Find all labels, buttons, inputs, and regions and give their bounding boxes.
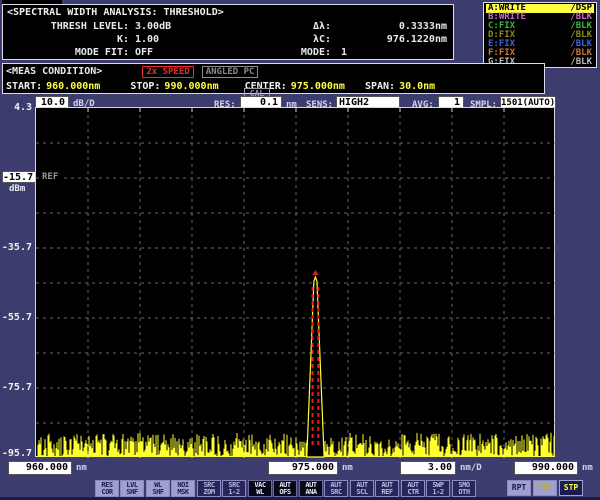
spectrum-plot <box>36 108 556 458</box>
stop-label: STOP: <box>130 81 160 92</box>
mode-fit-label: MODE FIT: <box>7 46 135 59</box>
fkey-res-cor[interactable]: RESCOR <box>95 480 119 497</box>
mode-value: 1 <box>337 46 449 59</box>
single-sweep-button[interactable]: SGL <box>533 480 557 496</box>
fkey-aut-ofs[interactable]: AUTOFS <box>273 480 297 497</box>
xaxis-stop-field[interactable]: 990.000 <box>514 461 578 475</box>
stop-field[interactable]: STOP: 990.000nm <box>130 81 218 92</box>
angled-pc-badge: ANGLED PC <box>202 66 259 78</box>
fkey-aut-ana[interactable]: AUTANA <box>299 480 323 497</box>
xaxis-start-unit: nm <box>76 463 87 473</box>
xaxis-stop-unit: nm <box>582 463 593 473</box>
xaxis-start-field[interactable]: 960.000 <box>8 461 72 475</box>
xaxis-center-unit: nm <box>342 463 353 473</box>
fkey-aut-ref[interactable]: AUTREF <box>375 480 399 497</box>
center-value: 975.000nm <box>291 81 345 92</box>
span-field[interactable]: SPAN: 30.0nm <box>365 81 435 92</box>
osa-screen: <SPECTRAL WIDTH ANALYSIS: THRESHOLD> THR… <box>0 0 600 500</box>
fkey-vac-wl[interactable]: VACWL <box>248 480 272 497</box>
yaxis-label-1: -35.7 <box>1 242 32 253</box>
lambda-c-label: λC: <box>247 33 337 46</box>
start-field[interactable]: START: 960.000nm <box>6 81 100 92</box>
analysis-title: <SPECTRAL WIDTH ANALYSIS: THRESHOLD> <box>7 6 449 20</box>
xaxis-center-field[interactable]: 975.000 <box>268 461 338 475</box>
thresh-level-row: THRESH LEVEL: 3.00dB Δλ: 0.3333nm <box>7 20 449 33</box>
repeat-sweep-button[interactable]: RPT <box>507 480 531 496</box>
fkey-smo-oth[interactable]: SMOOTH <box>452 480 476 497</box>
fkey-aut-scl[interactable]: AUTSCL <box>350 480 374 497</box>
mode-label: MODE: <box>247 46 337 59</box>
yaxis-label-3: -75.7 <box>1 382 32 393</box>
ref-marker-text: REF <box>42 172 60 182</box>
trace-g-status: /BLK <box>570 58 592 67</box>
delta-lambda-value: 0.3333nm <box>337 20 449 33</box>
yaxis-label-bottom: -95.7 <box>1 448 32 459</box>
speed-badge: 2x SPEED <box>142 66 193 78</box>
fkey-aut-ctr[interactable]: AUTCTR <box>401 480 425 497</box>
fkey-src-zom[interactable]: SRCZOM <box>197 480 221 497</box>
spectrum-display <box>35 107 555 457</box>
meas-condition-title: <MEAS CONDITION> <box>6 66 102 77</box>
thresh-level-value: 3.00dB <box>135 20 247 33</box>
k-label: K: <box>7 33 135 46</box>
ref-level-field[interactable]: -15.7 <box>2 171 36 183</box>
fkey-lvl-shf[interactable]: LVLSHF <box>120 480 144 497</box>
delta-lambda-label: Δλ: <box>247 20 337 33</box>
start-value: 960.000nm <box>46 81 100 92</box>
yaxis-unit: dBm <box>9 184 25 194</box>
fkey-aut-src[interactable]: AUTSRC <box>324 480 348 497</box>
mode-fit-row: MODE FIT: OFF MODE: 1 <box>7 46 449 59</box>
fkey-wl-shf[interactable]: WLSHF <box>146 480 170 497</box>
fkey-src-1-2[interactable]: SRC1-2 <box>222 480 246 497</box>
analysis-panel: <SPECTRAL WIDTH ANALYSIS: THRESHOLD> THR… <box>2 4 454 60</box>
fkey-noi-msk[interactable]: NOIMSK <box>171 480 195 497</box>
k-value: 1.00 <box>135 33 247 46</box>
mode-fit-value: OFF <box>135 46 247 59</box>
fkey-swp-1-2[interactable]: SWP1-2 <box>426 480 450 497</box>
k-factor-row: K: 1.00 λC: 976.1220nm <box>7 33 449 46</box>
span-value: 30.0nm <box>399 81 435 92</box>
meas-condition-panel: <MEAS CONDITION> 2x SPEED ANGLED PC STAR… <box>2 63 545 94</box>
stop-sweep-button[interactable]: STP <box>559 480 583 496</box>
stop-value: 990.000nm <box>164 81 218 92</box>
span-label: SPAN: <box>365 81 395 92</box>
yaxis-label-top: 4.3 <box>1 102 32 113</box>
lambda-c-value: 976.1220nm <box>337 33 449 46</box>
trace-panel: A:WRITE /DSP B:WRITE /BLK C:FIX /BLK D:F… <box>483 2 597 68</box>
yaxis-label-2: -55.7 <box>1 312 32 323</box>
xaxis-scale-field[interactable]: 3.00 <box>400 461 456 475</box>
thresh-level-label: THRESH LEVEL: <box>7 20 135 33</box>
xaxis-scale-unit: nm/D <box>460 463 482 473</box>
start-label: START: <box>6 81 42 92</box>
